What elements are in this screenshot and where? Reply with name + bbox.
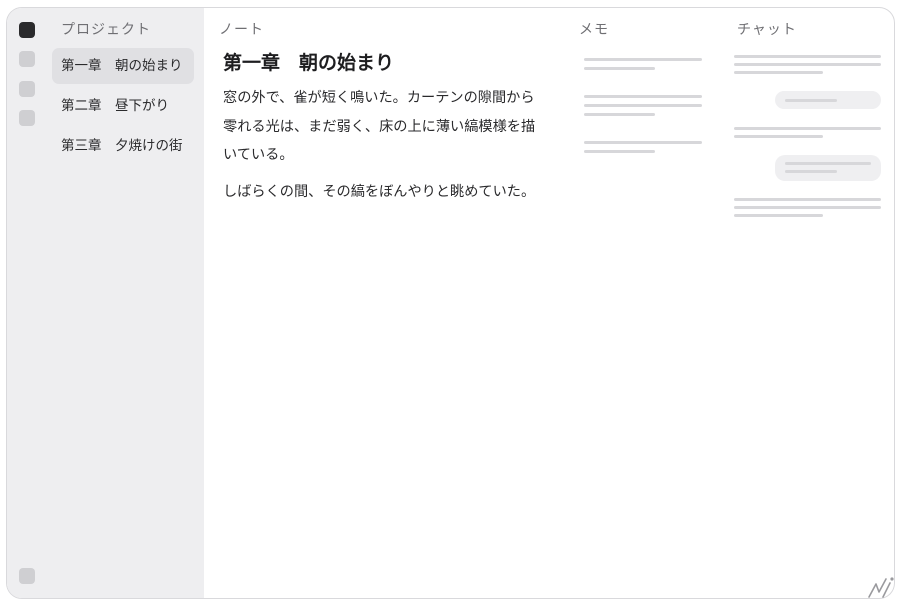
note-paragraph[interactable]: 窓の外で、雀が短く鳴いた。カーテンの隙間から零れる光は、まだ弱く、床の上に薄い縞… bbox=[223, 84, 541, 170]
chat-message-line bbox=[734, 214, 823, 217]
rail-settings-icon[interactable] bbox=[19, 568, 35, 584]
icon-rail bbox=[7, 8, 47, 598]
memo-placeholder-line bbox=[584, 104, 702, 107]
chat-message-line bbox=[734, 198, 881, 201]
chat-message-line bbox=[734, 135, 823, 138]
chat-message-line bbox=[785, 99, 837, 102]
chat-message-line bbox=[734, 55, 881, 58]
sidebar-item-chapter-1[interactable]: 第一章 朝の始まり bbox=[52, 48, 194, 84]
chat-message-line bbox=[734, 206, 881, 209]
memo-placeholder-line bbox=[584, 58, 702, 61]
chat-column-header: チャット bbox=[737, 22, 797, 38]
rail-button-icon[interactable] bbox=[19, 81, 35, 97]
rail-button-icon[interactable] bbox=[19, 51, 35, 67]
note-paragraph[interactable]: しばらくの間、その縞をぼんやりと眺めていた。 bbox=[223, 178, 541, 207]
memo-placeholder-line bbox=[584, 150, 655, 153]
sidebar-item-chapter-2[interactable]: 第二章 昼下がり bbox=[52, 88, 194, 124]
project-column-header: プロジェクト bbox=[61, 22, 151, 38]
sidebar-item-chapter-3[interactable]: 第三章 夕焼けの街 bbox=[52, 128, 194, 164]
chat-message-line bbox=[785, 162, 871, 165]
memo-placeholder-line bbox=[584, 95, 702, 98]
memo-placeholder-line bbox=[584, 141, 702, 144]
chat-message-line bbox=[785, 170, 837, 173]
chat-message-line bbox=[734, 71, 823, 74]
memo-placeholder-line bbox=[584, 113, 655, 116]
note-title[interactable]: 第一章 朝の始まり bbox=[223, 48, 394, 75]
note-column-header: ノート bbox=[219, 22, 264, 38]
chat-message-line bbox=[734, 63, 881, 66]
rail-button-icon[interactable] bbox=[19, 110, 35, 126]
chat-message-line bbox=[734, 127, 881, 130]
memo-placeholder-line bbox=[584, 67, 655, 70]
chat-user-bubble bbox=[775, 155, 881, 181]
memo-column-header: メモ bbox=[579, 22, 609, 38]
rail-button-active-icon[interactable] bbox=[19, 22, 35, 38]
project-sidebar: プロジェクト 第一章 朝の始まり 第二章 昼下がり 第三章 夕焼けの街 bbox=[47, 8, 204, 598]
app-window: プロジェクト 第一章 朝の始まり 第二章 昼下がり 第三章 夕焼けの街 ノート … bbox=[6, 7, 895, 599]
watermark-logo-icon bbox=[868, 577, 894, 598]
